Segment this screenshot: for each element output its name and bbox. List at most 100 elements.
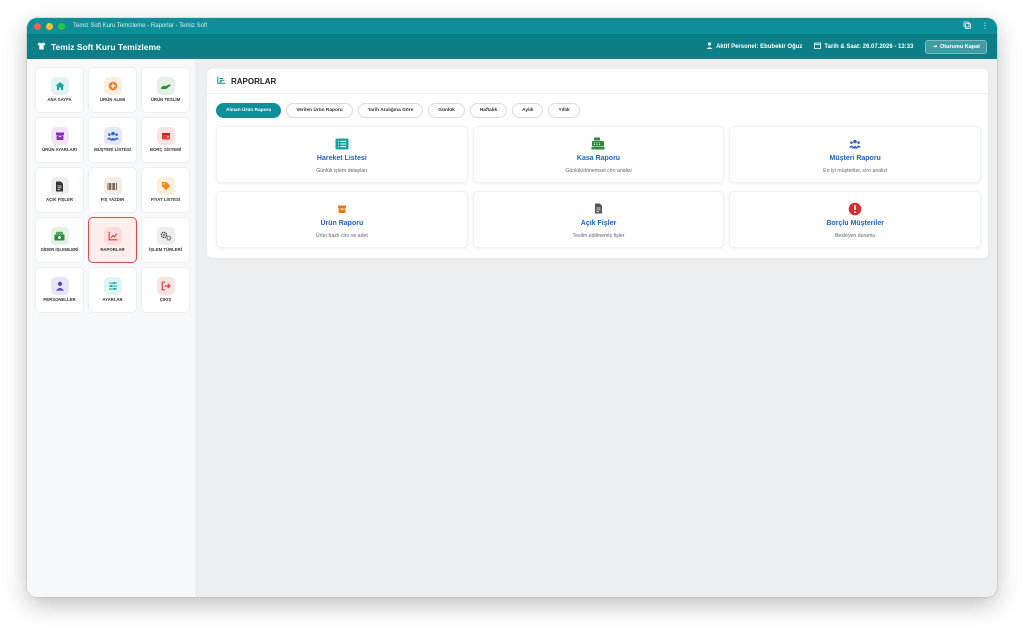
- tab-1[interactable]: Verilen Ürün Raporu: [286, 103, 353, 118]
- report-card-title: Ürün Raporu: [320, 219, 364, 227]
- sidebar-item-fi-ş-yazdir[interactable]: FİŞ YAZDIR: [88, 167, 137, 213]
- sidebar-menu: ANA SAYFA ÜRÜN ALIMI ÜRÜN TESLİM ÜRÜN AYARL…: [35, 67, 195, 313]
- header-info: Aktif Personel: Ebubekir Oğuz Tarih & Sa…: [706, 39, 987, 54]
- sidebar-item-raporlar[interactable]: RAPORLAR: [88, 217, 137, 263]
- plus-circle-icon: [103, 77, 122, 96]
- close-window-button[interactable]: [34, 22, 41, 30]
- reports-header: RAPORLAR: [207, 69, 988, 94]
- sidebar-item-label: FİYAT LİSTESİ: [150, 197, 181, 203]
- report-card-subtitle: Ürün bazlı ciro ve adet: [315, 232, 368, 239]
- window-titlebar: Temiz Soft Kuru Temizleme - Raporlar - T…: [27, 18, 997, 34]
- sidebar-item-fi-yat-li-stesi-[interactable]: FİYAT LİSTESİ: [141, 167, 190, 213]
- report-card[interactable]: Hareket Listesi Günlük işlem detayları: [216, 126, 468, 183]
- report-card-subtitle: Günlük işlem detayları: [316, 167, 368, 174]
- tab-2[interactable]: Tarih Aralığına Göre: [357, 103, 424, 118]
- sidebar-item-personeller[interactable]: PERSONELLER: [35, 267, 84, 313]
- list-icon: [334, 136, 350, 152]
- cash-register-icon: [590, 136, 606, 152]
- maximize-window-button[interactable]: [58, 22, 65, 30]
- signout-icon: ⇥: [932, 43, 937, 50]
- sidebar-item-label: İŞLEM TÜRLERİ: [149, 247, 182, 253]
- tab-6[interactable]: Yıllık: [548, 103, 580, 118]
- page-title: RAPORLAR: [231, 76, 277, 86]
- calendar-icon: [814, 42, 822, 51]
- report-card-subtitle: Bekleyen durumu: [834, 232, 876, 239]
- report-card[interactable]: Açık Fişler Teslim edilmemiş fişler: [472, 191, 725, 248]
- sidebar-item-label: ÜRÜN TESLİM: [150, 97, 181, 103]
- users-icon: [847, 136, 863, 152]
- report-card[interactable]: Borçlu Müşteriler Bekleyen durumu: [729, 191, 981, 248]
- home-icon: [50, 77, 69, 96]
- user-icon: [50, 277, 69, 296]
- wallet-icon: [156, 127, 175, 146]
- sidebar-item-ürün-alimi[interactable]: ÜRÜN ALIMI: [88, 67, 137, 113]
- sidebar-item-i-şlem-türleri-[interactable]: İŞLEM TÜRLERİ: [141, 217, 190, 263]
- app-header: Temiz Soft Kuru Temizleme Aktif Personel…: [27, 34, 997, 59]
- app-window: Temiz Soft Kuru Temizleme - Raporlar - T…: [27, 18, 997, 597]
- user-icon: [706, 42, 713, 51]
- report-card-subtitle: Teslim edilmemiş fişler: [572, 232, 625, 239]
- minimize-window-button[interactable]: [46, 22, 53, 30]
- report-card[interactable]: Kasa Raporu Günlük/dönemsel ciro analizi: [472, 126, 725, 183]
- sidebar-item-label: ANA SAYFA: [47, 97, 72, 103]
- report-card-title: Borçlu Müşteriler: [826, 219, 884, 227]
- more-menu-icon[interactable]: ⋮: [981, 21, 989, 31]
- barcode-icon: [103, 177, 122, 196]
- sidebar-item-label: BORÇ SİSTEMİ: [149, 147, 182, 153]
- active-personnel-text: Aktif Personel: Ebubekir Oğuz: [716, 43, 803, 50]
- window-title: Temiz Soft Kuru Temizleme - Raporlar - T…: [73, 23, 208, 29]
- chart-icon: [103, 227, 122, 246]
- file-icon: [590, 201, 606, 217]
- report-tabs: Alınan Ürün Raporu Verilen Ürün Raporu Tar…: [207, 94, 988, 118]
- sidebar-item-label: PERSONELLER: [43, 297, 76, 303]
- gears-icon: [156, 227, 175, 246]
- money-icon: [50, 227, 69, 246]
- logout-label: Oturumu Kapat: [939, 43, 980, 50]
- sidebar-item-açik-fi-şler[interactable]: AÇIK FİŞLER: [35, 167, 84, 213]
- sidebar-item-çikiş[interactable]: ÇIKIŞ: [141, 267, 190, 313]
- date-time: Tarih & Saat: 26.07.2026 - 13:33: [814, 42, 913, 51]
- tab-5[interactable]: Aylık: [512, 103, 544, 118]
- reports-panel: RAPORLAR Alınan Ürün Raporu Verilen Ürün …: [207, 69, 988, 258]
- brand-name: Temiz Soft Kuru Temizleme: [51, 41, 161, 52]
- report-card-title: Hareket Listesi: [316, 154, 367, 162]
- sidebar-item-ürün-tesli-m[interactable]: ÜRÜN TESLİM: [141, 67, 190, 113]
- box-icon: [334, 201, 350, 217]
- chart-icon: [217, 76, 226, 86]
- box-icon: [50, 127, 69, 146]
- tab-4[interactable]: Haftalık: [469, 103, 508, 118]
- users-icon: [103, 127, 122, 146]
- sliders-icon: [103, 277, 122, 296]
- sidebar-item-label: ÜRÜN ALIMI: [99, 97, 126, 103]
- sidebar: ANA SAYFA ÜRÜN ALIMI ÜRÜN TESLİM ÜRÜN AYARL…: [27, 59, 195, 597]
- window-controls: [34, 22, 65, 30]
- date-time-text: Tarih & Saat: 26.07.2026 - 13:33: [824, 43, 914, 50]
- copy-icon[interactable]: [963, 21, 971, 31]
- report-cards: Hareket Listesi Günlük işlem detayları Kas…: [216, 126, 981, 248]
- sidebar-item-gi-der-i-şlemleri-[interactable]: GİDER İŞLEMLERİ: [35, 217, 84, 263]
- active-personnel: Aktif Personel: Ebubekir Oğuz: [706, 42, 802, 51]
- file-icon: [50, 177, 69, 196]
- exclamation-icon: [847, 201, 863, 217]
- tab-3[interactable]: Günlük: [428, 103, 465, 118]
- sidebar-item-label: AYARLAR: [102, 297, 123, 303]
- report-card[interactable]: Ürün Raporu Ürün bazlı ciro ve adet: [216, 191, 468, 248]
- sidebar-item-borç-si-stemi-[interactable]: BORÇ SİSTEMİ: [141, 117, 190, 163]
- tab-0[interactable]: Alınan Ürün Raporu: [216, 103, 282, 118]
- sidebar-item-label: FİŞ YAZDIR: [100, 197, 125, 203]
- sidebar-item-müşteri-li-stesi-[interactable]: MÜŞTERİ LİSTESİ: [88, 117, 137, 163]
- sidebar-item-ürün-ayarlari[interactable]: ÜRÜN AYARLARI: [35, 117, 84, 163]
- report-card-subtitle: En iyi müşteriler, ciro analizi: [823, 167, 888, 174]
- report-card-title: Kasa Raporu: [576, 154, 621, 162]
- report-card[interactable]: Müşteri Raporu En iyi müşteriler, ciro an…: [729, 126, 981, 183]
- logout-button[interactable]: ⇥ Oturumu Kapat: [925, 39, 987, 54]
- sidebar-item-ana-sayfa[interactable]: ANA SAYFA: [35, 67, 84, 113]
- sidebar-item-label: ÜRÜN AYARLARI: [42, 147, 77, 153]
- report-card-title: Müşteri Raporu: [829, 154, 881, 162]
- report-card-subtitle: Günlük/dönemsel ciro analizi: [565, 167, 632, 174]
- tshirt-icon: [37, 42, 46, 52]
- hand-icon: [156, 77, 175, 96]
- sidebar-item-ayarlar[interactable]: AYARLAR: [88, 267, 137, 313]
- sidebar-item-label: ÇIKIŞ: [159, 297, 172, 303]
- signout-icon: [156, 277, 175, 296]
